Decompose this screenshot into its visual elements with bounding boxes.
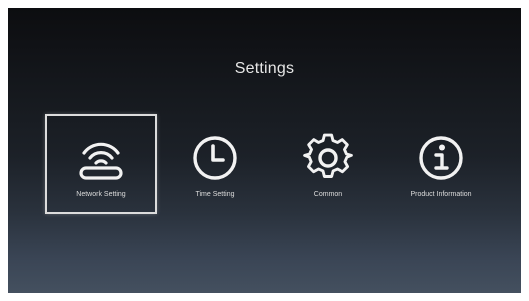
menu-item-product-information[interactable]: Product Information	[385, 114, 497, 214]
menu-item-label: Common	[313, 191, 343, 198]
menu-item-network-setting[interactable]: Network Setting	[45, 114, 157, 214]
gear-icon	[303, 133, 353, 178]
menu-item-time-setting[interactable]: Time Setting	[159, 114, 271, 214]
menu-item-label: Network Setting	[76, 191, 126, 198]
menu-item-label: Time Setting	[195, 191, 235, 198]
wifi-router-icon	[79, 142, 123, 180]
page-title: Settings	[234, 60, 295, 77]
menu-item-common[interactable]: Common	[272, 114, 384, 214]
info-icon	[419, 136, 463, 180]
clock-icon	[193, 136, 237, 180]
settings-screen: Settings Network Setting Time Setting Co…	[8, 8, 521, 293]
menu-item-label: Product Information	[410, 191, 472, 198]
